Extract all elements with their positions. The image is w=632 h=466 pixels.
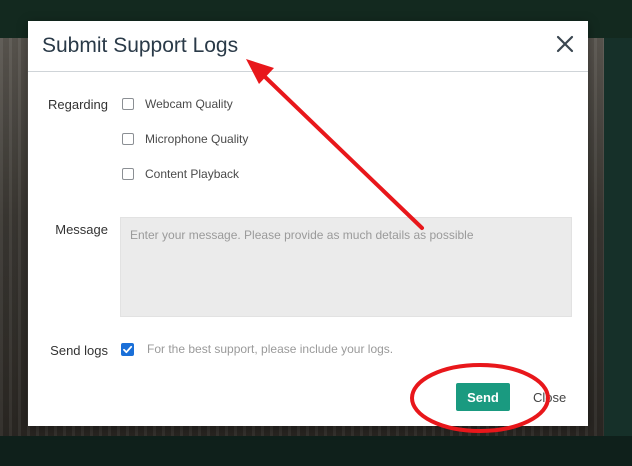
microphone-quality-checkbox[interactable] bbox=[122, 133, 134, 145]
microphone-quality-label: Microphone Quality bbox=[145, 132, 249, 146]
option-webcam-quality[interactable]: Webcam Quality bbox=[122, 96, 233, 112]
send-button[interactable]: Send bbox=[456, 383, 510, 411]
regarding-label: Regarding bbox=[48, 97, 108, 112]
close-button[interactable]: Close bbox=[533, 390, 566, 405]
send-logs-label: Send logs bbox=[50, 343, 108, 358]
background-right bbox=[604, 38, 632, 436]
send-logs-hint: For the best support, please include you… bbox=[147, 342, 394, 356]
content-playback-checkbox[interactable] bbox=[122, 168, 134, 180]
close-icon[interactable] bbox=[556, 35, 574, 53]
option-microphone-quality[interactable]: Microphone Quality bbox=[122, 131, 248, 147]
dialog-header: Submit Support Logs bbox=[28, 21, 588, 72]
background-bottom bbox=[0, 436, 632, 466]
send-logs-checkbox[interactable] bbox=[121, 343, 134, 356]
content-playback-label: Content Playback bbox=[145, 167, 240, 181]
message-label: Message bbox=[55, 222, 108, 237]
webcam-quality-label: Webcam Quality bbox=[145, 97, 233, 111]
dialog-title: Submit Support Logs bbox=[42, 34, 239, 57]
option-content-playback[interactable]: Content Playback bbox=[122, 166, 239, 182]
support-logs-dialog: Submit Support Logs Regarding Webcam Qua… bbox=[28, 21, 588, 426]
webcam-quality-checkbox[interactable] bbox=[122, 98, 134, 110]
message-input[interactable] bbox=[120, 217, 572, 317]
